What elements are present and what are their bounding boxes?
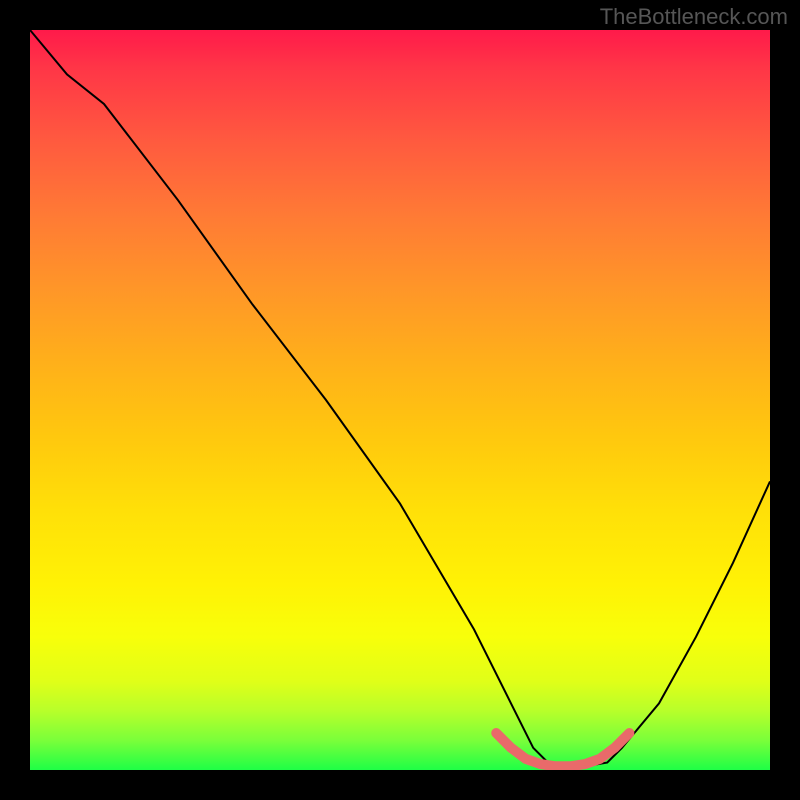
bottleneck-curve-line bbox=[30, 30, 770, 766]
watermark-text: TheBottleneck.com bbox=[600, 4, 788, 30]
chart-svg bbox=[30, 30, 770, 770]
